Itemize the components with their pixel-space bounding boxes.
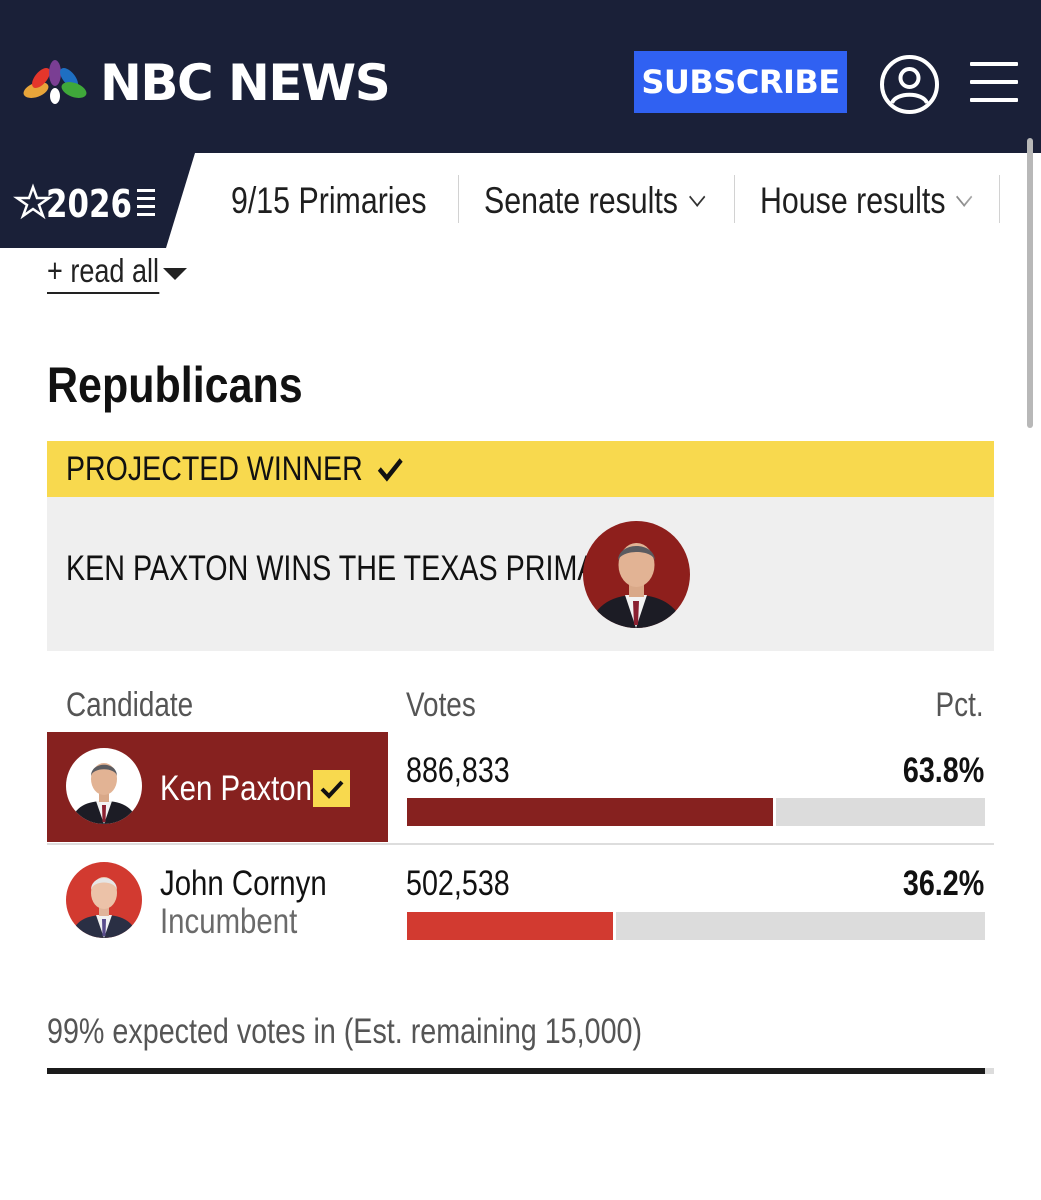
vote-percent: 63.8%	[902, 751, 984, 790]
subscribe-button[interactable]: SUBSCRIBE	[634, 51, 847, 113]
nbc-news-logo[interactable]: NBC NEWS	[22, 54, 391, 112]
candidate-portrait	[66, 862, 142, 938]
user-circle-icon[interactable]	[879, 54, 940, 115]
expected-votes-progress	[47, 1068, 994, 1074]
candidate-name[interactable]: John Cornyn	[160, 864, 327, 904]
winner-headline: KEN PAXTON WINS THE TEXAS PRIMARY	[66, 549, 636, 588]
candidate-name[interactable]: Ken Paxton	[160, 769, 312, 809]
hamburger-menu-icon[interactable]	[970, 62, 1018, 102]
nav-divider	[458, 175, 459, 223]
section-title: Republicans	[47, 357, 303, 413]
candidate-status: Incumbent	[160, 902, 298, 941]
vote-share-bar	[407, 798, 985, 826]
winner-check-icon	[313, 770, 350, 807]
winner-panel: KEN PAXTON WINS THE TEXAS PRIMARY	[47, 497, 994, 651]
peacock-icon	[23, 60, 87, 104]
column-header-votes: Votes	[406, 686, 476, 724]
projected-winner-banner: PROJECTED WINNER	[47, 441, 994, 497]
logo-text: NBC NEWS	[100, 54, 391, 112]
site-header: NBC NEWS SUBSCRIBE	[0, 0, 1041, 153]
page-scrollbar[interactable]	[1027, 138, 1033, 428]
expected-votes-fill	[47, 1068, 985, 1074]
nav-item-primaries[interactable]: 9/15 Primaries	[231, 180, 427, 222]
election-2026-badge[interactable]: 2026	[0, 153, 195, 248]
chevron-down-icon	[688, 187, 705, 207]
vote-percent: 36.2%	[902, 864, 984, 903]
nav-divider	[999, 175, 1000, 223]
vote-share-bar	[407, 912, 985, 940]
expected-votes-text: 99% expected votes in (Est. remaining 15…	[47, 1012, 643, 1051]
nav-divider	[734, 175, 735, 223]
winner-portrait	[583, 521, 690, 628]
vote-count: 502,538	[406, 864, 510, 903]
nav-item-senate-results[interactable]: Senate results	[484, 180, 705, 222]
column-header-candidate: Candidate	[66, 686, 194, 724]
row-divider	[47, 843, 994, 845]
read-all-link[interactable]: + read all	[47, 252, 187, 294]
vote-count: 886,833	[406, 751, 510, 790]
candidate-portrait	[66, 748, 142, 824]
election-year: 2026	[46, 182, 132, 226]
column-header-pct: Pct.	[935, 686, 984, 724]
caret-down-icon[interactable]	[163, 268, 187, 280]
projected-winner-label: PROJECTED WINNER	[66, 449, 363, 488]
nav-item-house-results[interactable]: House results	[760, 180, 973, 222]
vote-share-fill	[407, 798, 776, 826]
checkmark-icon	[378, 458, 403, 482]
vote-share-fill	[407, 912, 617, 940]
